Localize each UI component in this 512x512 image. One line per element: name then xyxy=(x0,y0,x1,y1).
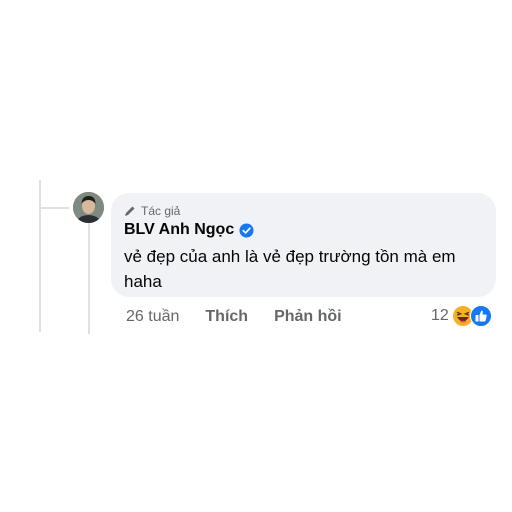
comment-bubble: Tác giả BLV Anh Ngọc vẻ đẹp của anh là v… xyxy=(111,193,496,297)
reply-connector-line xyxy=(88,222,90,334)
author-badge: Tác giả xyxy=(124,204,180,218)
comment-timestamp[interactable]: 26 tuần xyxy=(126,308,179,326)
author-row: BLV Anh Ngọc xyxy=(124,221,254,239)
thread-connector-branch xyxy=(39,207,69,209)
like-icon xyxy=(469,305,492,327)
author-name[interactable]: BLV Anh Ngọc xyxy=(124,221,234,239)
reactions-summary[interactable]: 12 xyxy=(431,305,492,327)
avatar[interactable] xyxy=(73,192,104,223)
comment-text: vẻ đẹp của anh là vẻ đẹp trường tồn mà e… xyxy=(124,247,456,291)
reply-button[interactable]: Phản hồi xyxy=(274,308,342,326)
comment-thread: Tác giả BLV Anh Ngọc vẻ đẹp của anh là v… xyxy=(0,0,512,512)
comment-actions: 26 tuần Thích Phản hồi xyxy=(126,308,342,326)
thread-connector-line xyxy=(39,180,41,332)
author-badge-label: Tác giả xyxy=(141,204,181,218)
verified-badge-icon xyxy=(239,222,254,238)
pencil-icon xyxy=(124,205,136,217)
reaction-count: 12 xyxy=(431,307,449,324)
like-button[interactable]: Thích xyxy=(205,308,248,326)
